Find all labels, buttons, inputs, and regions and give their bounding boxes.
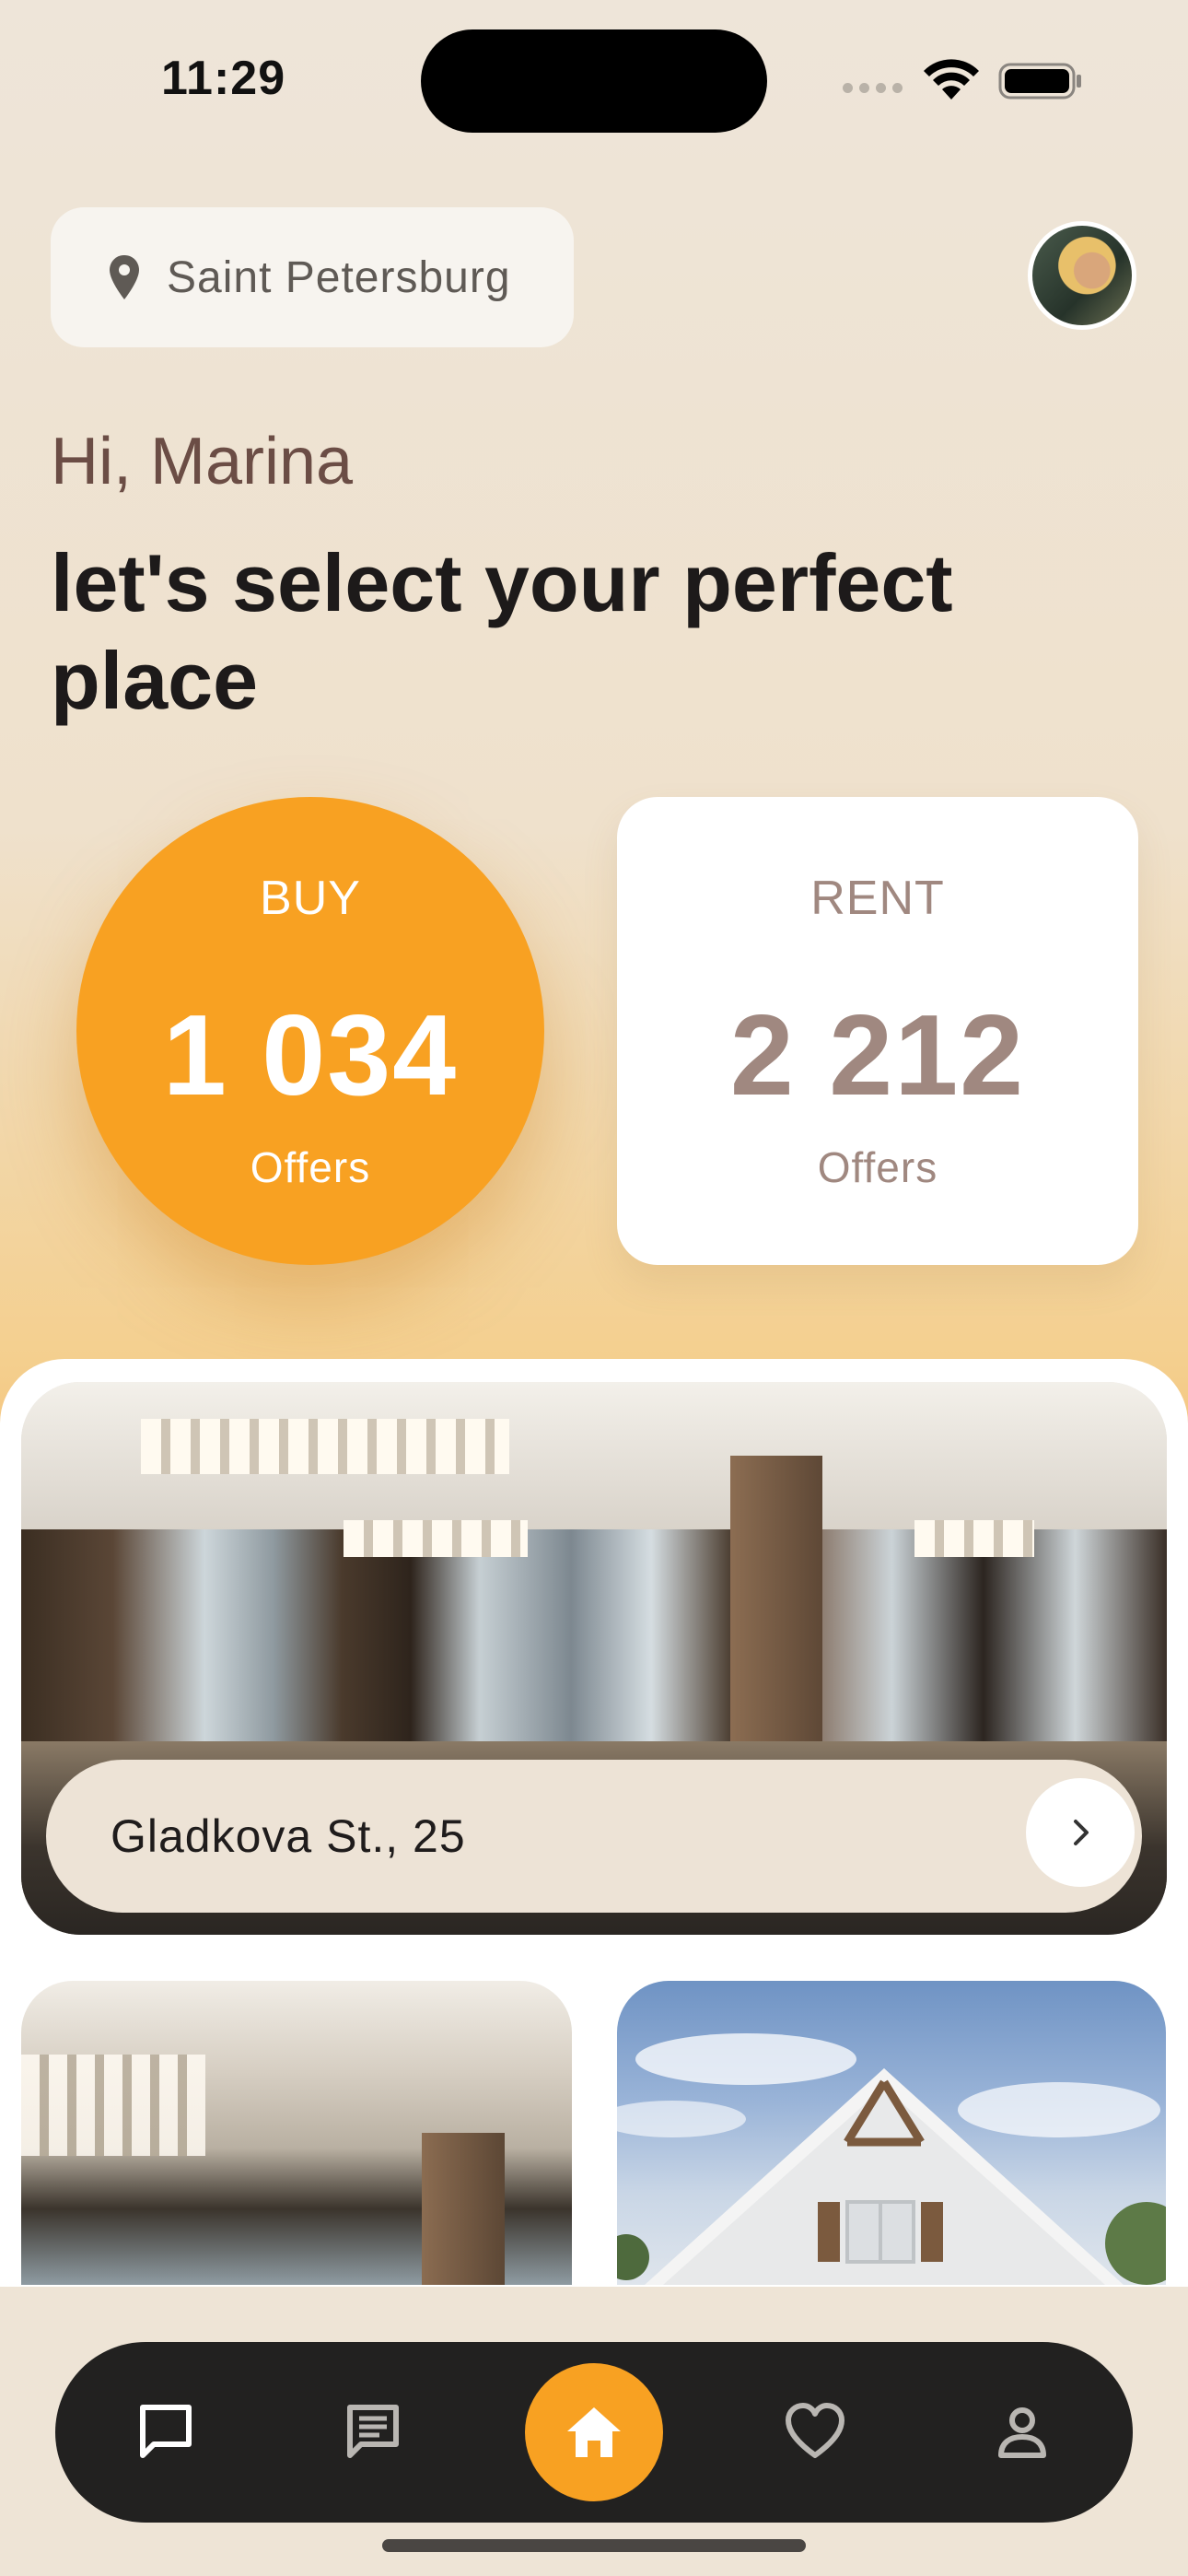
heart-icon bbox=[786, 2403, 844, 2458]
greeting: Hi, Marina bbox=[51, 425, 354, 498]
page-title: let's select your perfect place bbox=[51, 537, 953, 726]
home-indicator[interactable] bbox=[382, 2539, 806, 2552]
buy-offers-caption: Offers bbox=[250, 1143, 371, 1191]
rent-offers-button[interactable]: RENT 2 212 Offers bbox=[617, 797, 1138, 1265]
nav-chat-button[interactable] bbox=[120, 2386, 212, 2478]
house-illustration bbox=[617, 2033, 1166, 2285]
chat-bubble-icon bbox=[140, 2405, 192, 2458]
rent-offers-caption: Offers bbox=[817, 1143, 938, 1191]
battery-icon bbox=[998, 63, 1081, 100]
location-pin-icon bbox=[110, 255, 139, 299]
nav-messages-button[interactable] bbox=[327, 2386, 419, 2478]
buy-offers-button[interactable]: BUY 1 034 Offers bbox=[76, 797, 544, 1265]
buy-label: BUY bbox=[260, 872, 361, 925]
dynamic-island bbox=[421, 29, 767, 133]
featured-listing-open-button[interactable] bbox=[1026, 1778, 1135, 1887]
avatar[interactable] bbox=[1028, 221, 1136, 330]
location-city: Saint Petersburg bbox=[167, 252, 511, 302]
nav-profile-button[interactable] bbox=[976, 2386, 1068, 2478]
wifi-icon bbox=[924, 59, 979, 100]
location-selector[interactable]: Saint Petersburg bbox=[51, 207, 574, 347]
buy-count: 1 034 bbox=[162, 992, 459, 1119]
status-time: 11:29 bbox=[161, 52, 286, 105]
chevron-right-icon bbox=[1074, 1820, 1089, 1845]
listing-card-image[interactable] bbox=[21, 1981, 572, 2285]
listing-card-image[interactable] bbox=[617, 1981, 1166, 2285]
bottom-nav bbox=[55, 2342, 1133, 2523]
message-list-icon bbox=[347, 2405, 399, 2458]
cellular-signal-icon bbox=[843, 83, 903, 93]
home-icon bbox=[567, 2407, 621, 2457]
nav-home-button[interactable] bbox=[525, 2363, 663, 2501]
featured-listing-address: Gladkova St., 25 bbox=[111, 1810, 466, 1862]
profile-icon bbox=[998, 2407, 1046, 2458]
nav-favorites-button[interactable] bbox=[769, 2386, 861, 2478]
rent-label: RENT bbox=[810, 872, 945, 925]
featured-listing-address-bar[interactable]: Gladkova St., 25 bbox=[46, 1760, 1142, 1913]
rent-count: 2 212 bbox=[729, 992, 1026, 1119]
